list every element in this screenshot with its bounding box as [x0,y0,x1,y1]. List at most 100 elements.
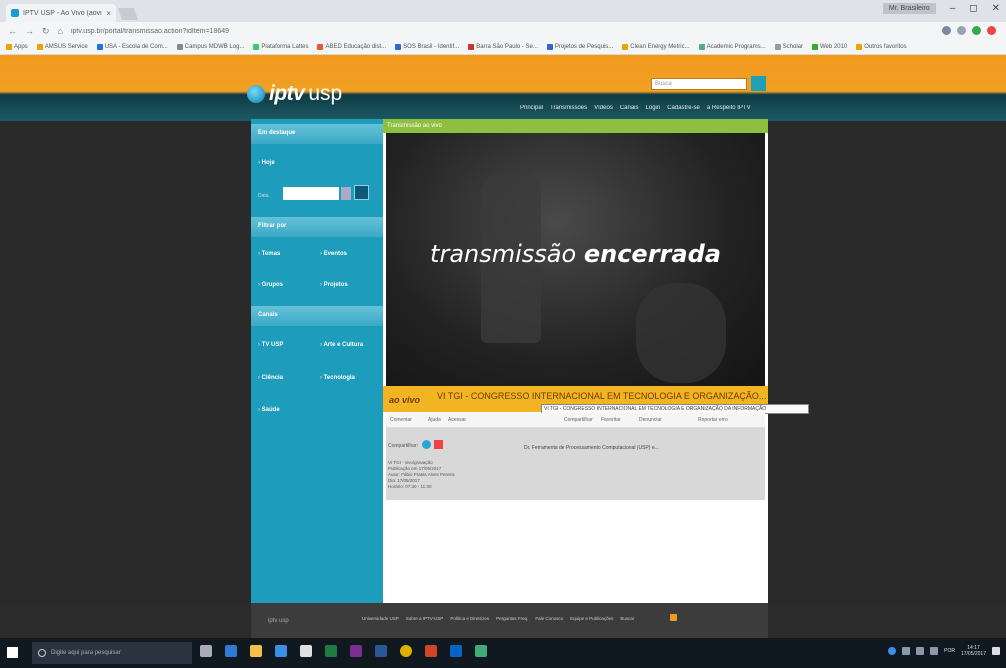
footer-logo[interactable]: iptv usp [268,618,289,624]
bookmark-item[interactable]: Plataforma Lattes [253,44,308,50]
calendar-icon[interactable] [341,187,351,200]
explorer-icon[interactable] [250,645,262,657]
bookmark-item[interactable]: Scholar [774,44,803,50]
sidebar-item-saude[interactable]: Saúde [258,407,280,413]
site-search-input[interactable]: Busca [651,78,747,90]
footer-link[interactable]: Universidade USP [362,616,399,621]
footer-link[interactable]: Política e Diretrizes [450,616,489,621]
footer-link[interactable]: Perguntas Freq. [496,616,528,621]
people-icon[interactable] [888,647,897,655]
bookmark-item[interactable]: Campus MDWB Log... [176,44,244,50]
forward-icon[interactable]: → [25,26,34,36]
app-icon[interactable] [475,645,487,657]
bookmark-item[interactable]: AMSUS Service [36,44,88,50]
bookmark-item[interactable]: Apps [6,44,28,50]
home-icon[interactable]: ⌂ [58,26,63,36]
rss-icon[interactable] [670,614,677,621]
url-field[interactable]: iptv.usp.br/portal/transmissao.action?id… [71,28,331,35]
share-label: Compartilhar: [388,443,419,449]
help-action[interactable]: Ajuda [428,417,441,423]
sidebar-item-grupos[interactable]: Grupos [258,282,283,288]
nav-videos[interactable]: Vídeos [594,105,613,111]
site-logo[interactable]: iptv usp [247,82,342,106]
sidebar-item-temas[interactable]: Temas [258,251,281,257]
extension-red-icon[interactable] [987,26,996,35]
battery-icon[interactable] [930,647,939,655]
site-search-button[interactable] [751,76,766,91]
sidebar-item-arte[interactable]: Arte e Cultura [320,342,363,348]
date-input[interactable] [283,187,339,200]
word-icon[interactable] [375,645,387,657]
translate-icon[interactable] [942,26,951,35]
share-action[interactable]: Compartilhar [564,417,593,423]
bookmark-item[interactable]: USA - Escola de Com... [96,44,168,50]
excel-icon[interactable] [325,645,337,657]
bookmark-item[interactable]: SOS Brasil - Identif... [395,44,459,50]
date-go-button[interactable] [354,185,369,200]
minimize-button[interactable]: – [950,3,956,14]
event-title-link[interactable]: VI TGI - CONGRESSO INTERNACIONAL EM TECN… [437,391,766,401]
google-plus-icon[interactable] [434,440,443,449]
task-view-icon[interactable] [200,645,212,657]
edge-icon[interactable] [225,645,237,657]
comment-action[interactable]: Comentar [390,417,412,423]
bookmark-item[interactable]: Projetos de Pesquis... [546,44,613,50]
outlook-icon[interactable] [450,645,462,657]
footer-link[interactable]: Equipe e Publicações [570,616,613,621]
footer-link[interactable]: Fale Conosco [535,616,563,621]
bookmark-item[interactable]: Web 2010 [812,44,847,50]
bookmark-item[interactable]: Clean Energy Metric... [622,44,690,50]
reload-icon[interactable]: ↻ [42,26,50,37]
address-bar-row: ← → ↻ ⌂ iptv.usp.br/portal/transmissao.a… [0,22,1006,40]
close-window-button[interactable]: ✕ [992,3,1000,14]
nav-cadastre[interactable]: Cadastre-se [667,105,700,111]
language-indicator[interactable]: POR [944,648,955,654]
profile-button[interactable]: Mr. Brasileiro [882,3,936,14]
footer-link[interactable]: Sobre a IPTV-USP [406,616,444,621]
clock[interactable]: 14:17 17/05/2017 [961,645,986,657]
bookmark-item[interactable]: Barra São Paulo - Se... [468,44,538,50]
nav-login[interactable]: Login [646,105,661,111]
nav-about[interactable]: a Respeito IPTV [707,105,751,111]
network-icon[interactable] [902,647,911,655]
bookmark-item[interactable]: ABED Educação dist... [317,44,386,50]
app-icon[interactable] [300,645,312,657]
back-icon[interactable]: ← [8,26,17,36]
twitter-icon[interactable] [422,440,431,449]
nav-transmissoes[interactable]: Transmissões [550,105,587,111]
volume-icon[interactable] [916,647,925,655]
share-icons [422,440,443,449]
notifications-icon[interactable] [992,647,1000,655]
extension-green-icon[interactable] [972,26,981,35]
sidebar-item-tvusp[interactable]: TV USP [258,342,284,348]
nav-principal[interactable]: Principal [520,105,543,111]
sidebar-item-eventos[interactable]: Eventos [320,251,347,257]
windows-start-icon[interactable] [7,647,18,658]
info-panel: Compartilhar: Dr. Ferramenta de Processa… [386,428,765,500]
nav-canais[interactable]: Canais [620,105,639,111]
footer-link[interactable]: Buscar [620,616,634,621]
sidebar-item-tecnologia[interactable]: Tecnologia [320,375,355,381]
bookmark-item[interactable]: Academic Programs... [698,44,766,50]
onenote-icon[interactable] [350,645,362,657]
bookmark-icon [546,44,553,50]
report-action[interactable]: Denunciar [639,417,662,423]
store-icon[interactable] [275,645,287,657]
sidebar-item-ciencia[interactable]: Ciência [258,375,283,381]
powerpoint-icon[interactable] [425,645,437,657]
sidebar-item-projetos[interactable]: Projetos [320,282,348,288]
bookmark-icon [395,44,402,50]
video-player[interactable]: transmissão encerrada [386,133,765,386]
chrome-icon[interactable] [400,645,412,657]
star-icon[interactable] [957,26,966,35]
maximize-button[interactable]: ◻ [969,3,977,14]
browser-tab[interactable]: IPTV USP - Ao Vivo (aovi... × [6,4,116,22]
report-error-action[interactable]: Reportar erro [698,417,728,423]
new-tab-button[interactable] [117,8,139,20]
access-action[interactable]: Acessar [448,417,466,423]
bookmark-item[interactable]: Outros favoritos [856,44,907,50]
sidebar-item-hoje[interactable]: Hoje [258,160,275,166]
tab-close-icon[interactable]: × [106,9,111,18]
favorite-action[interactable]: Favoritar [601,417,621,423]
taskbar-search[interactable]: Digite aqui para pesquisar [32,642,192,664]
